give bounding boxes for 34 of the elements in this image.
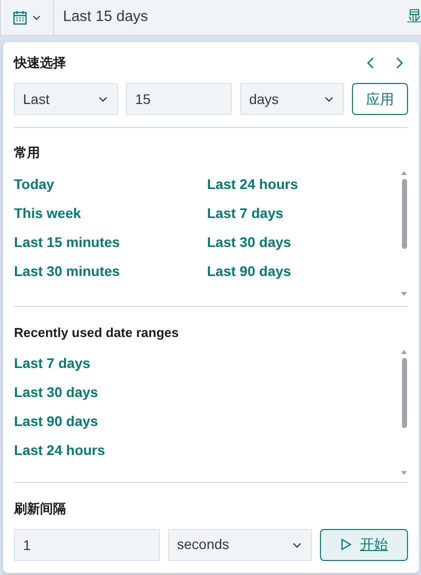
recent-range-link[interactable]: Last 7 days xyxy=(14,354,90,373)
quick-range-link[interactable]: This week xyxy=(14,204,81,222)
calendar-icon xyxy=(12,10,26,25)
quick-range-link[interactable]: Last 30 minutes xyxy=(14,262,120,280)
quick-range-link[interactable]: Last 15 minutes xyxy=(14,232,120,252)
section-title: 刷新间隔 xyxy=(14,500,67,518)
section-title: 常用 xyxy=(14,144,41,162)
quick-range-link[interactable]: Last 90 days xyxy=(207,262,292,280)
scroll-down-icon[interactable] xyxy=(401,292,407,296)
scroll-up-icon[interactable] xyxy=(401,170,407,174)
quick-range-link[interactable]: Last 24 hours xyxy=(207,174,298,194)
scroll-down-icon[interactable] xyxy=(401,471,407,475)
recent-range-link[interactable]: Last 24 hours xyxy=(14,441,106,460)
section-title: Recently used date ranges xyxy=(14,324,180,342)
date-range-text[interactable]: Last 15 days xyxy=(63,6,407,29)
calendar-button[interactable] xyxy=(0,0,54,35)
recent-range-link[interactable]: Last 30 days xyxy=(14,383,98,402)
unit-select[interactable]: days xyxy=(240,83,344,115)
scroll-up-icon[interactable] xyxy=(401,350,407,354)
quick-range-link[interactable]: Last 30 days xyxy=(207,232,292,252)
amount-input[interactable]: 15 xyxy=(126,83,232,115)
scrollbar-thumb[interactable] xyxy=(402,358,406,428)
start-button[interactable]: 开始 xyxy=(320,528,408,560)
interval-input[interactable]: 1 xyxy=(14,528,160,560)
quick-range-link[interactable]: Last 7 days xyxy=(207,204,284,222)
scrollbar-thumb[interactable] xyxy=(402,178,406,248)
quick-range-link[interactable]: Today xyxy=(14,174,54,194)
apply-button[interactable]: 应用 xyxy=(352,83,408,115)
section-title: 快速选择 xyxy=(14,54,66,72)
direction-select[interactable]: Last xyxy=(14,83,118,115)
play-icon xyxy=(340,538,352,551)
recent-range-link[interactable]: Last 90 days xyxy=(14,412,98,431)
show-dates-link[interactable]: 显 xyxy=(407,6,421,29)
interval-unit-select[interactable]: seconds xyxy=(168,528,312,560)
